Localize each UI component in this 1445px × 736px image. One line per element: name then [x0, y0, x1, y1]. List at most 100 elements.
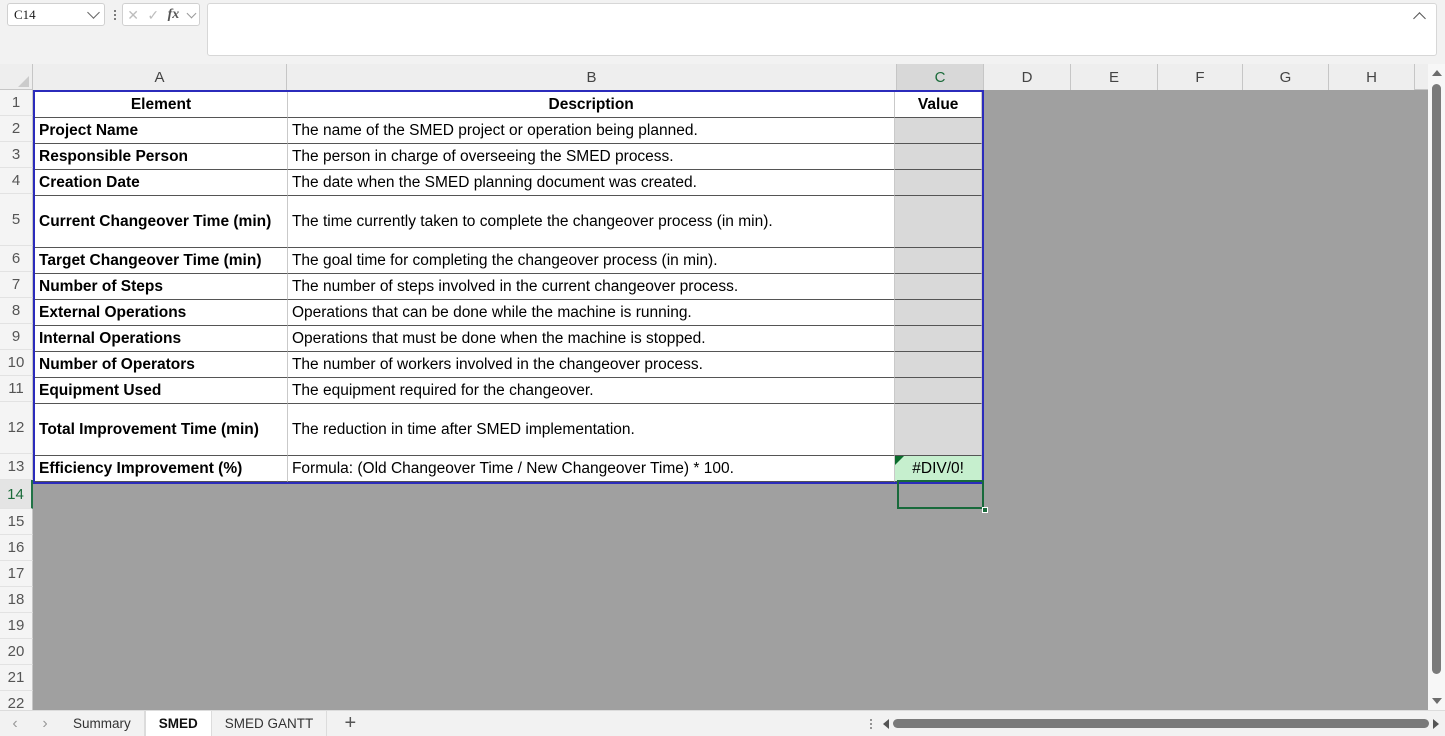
cell-element[interactable]: Responsible Person [35, 144, 288, 170]
cell-value[interactable] [895, 326, 982, 352]
column-header-c[interactable]: C [897, 64, 984, 90]
row-header-2[interactable]: 2 [0, 116, 33, 142]
row-header-8[interactable]: 8 [0, 298, 33, 324]
next-sheet-button[interactable]: › [30, 711, 60, 736]
column-header-h[interactable]: H [1329, 64, 1415, 90]
cell-element[interactable]: Internal Operations [35, 326, 288, 352]
header-cell-value[interactable]: Value [895, 92, 982, 118]
scroll-up-icon[interactable] [1432, 70, 1442, 76]
cell-value[interactable] [895, 274, 982, 300]
cell-description[interactable]: The time currently taken to complete the… [288, 196, 895, 248]
row-header-14[interactable]: 14 [0, 480, 33, 509]
cell-value[interactable] [895, 170, 982, 196]
cell-value[interactable] [895, 196, 982, 248]
cell-element[interactable]: External Operations [35, 300, 288, 326]
active-cell-c14[interactable] [897, 480, 984, 509]
row-header-6[interactable]: 6 [0, 246, 33, 272]
vertical-scroll-thumb[interactable] [1432, 84, 1441, 674]
cell-description[interactable]: The number of workers involved in the ch… [288, 352, 895, 378]
column-header-e[interactable]: E [1071, 64, 1158, 90]
row-header-7[interactable]: 7 [0, 272, 33, 298]
column-header-a[interactable]: A [33, 64, 287, 90]
cell-description[interactable]: The goal time for completing the changeo… [288, 248, 895, 274]
accept-icon[interactable]: ✓ [147, 8, 159, 22]
cell-value[interactable] [895, 404, 982, 456]
cell-value[interactable] [895, 300, 982, 326]
cell-element[interactable]: Equipment Used [35, 378, 288, 404]
column-header-f[interactable]: F [1158, 64, 1243, 90]
chevron-down-icon[interactable] [87, 6, 100, 19]
cell-element[interactable]: Efficiency Improvement (%) [35, 456, 288, 482]
row-header-13[interactable]: 13 [0, 454, 33, 480]
cell-description[interactable]: The equipment required for the changeove… [288, 378, 895, 404]
row-header-3[interactable]: 3 [0, 142, 33, 168]
formula-bar-more-icon[interactable] [108, 6, 122, 24]
header-cell-description[interactable]: Description [288, 92, 895, 118]
row-header-22[interactable]: 22 [0, 691, 33, 710]
cell-element[interactable]: Project Name [35, 118, 288, 144]
cell-description[interactable]: The number of steps involved in the curr… [288, 274, 895, 300]
dot [114, 10, 116, 12]
cell-element[interactable]: Total Improvement Time (min) [35, 404, 288, 456]
row-header-9[interactable]: 9 [0, 324, 33, 350]
cell-value[interactable] [895, 144, 982, 170]
cell-element[interactable]: Number of Steps [35, 274, 288, 300]
cell-description[interactable]: The name of the SMED project or operatio… [288, 118, 895, 144]
header-cell-element[interactable]: Element [35, 92, 288, 118]
sheet-tab-summary[interactable]: Summary [60, 711, 145, 736]
name-box[interactable]: C14 [7, 3, 105, 26]
row-header-18[interactable]: 18 [0, 587, 33, 613]
formula-input[interactable] [207, 3, 1437, 56]
add-sheet-button[interactable]: + [327, 711, 373, 736]
cell-element[interactable]: Current Changeover Time (min) [35, 196, 288, 248]
cell-description[interactable]: The reduction in time after SMED impleme… [288, 404, 895, 456]
cell-description[interactable]: Formula: (Old Changeover Time / New Chan… [288, 456, 895, 482]
sheet-tab-smed[interactable]: SMED [145, 710, 212, 736]
row-header-12[interactable]: 12 [0, 402, 33, 454]
row-header-1[interactable]: 1 [0, 90, 33, 116]
cell-element[interactable]: Number of Operators [35, 352, 288, 378]
select-all-corner[interactable] [0, 64, 33, 90]
row-header-17[interactable]: 17 [0, 561, 33, 587]
cell-value[interactable] [895, 248, 982, 274]
collapse-formula-bar-icon[interactable] [1415, 12, 1426, 19]
column-header-d[interactable]: D [984, 64, 1071, 90]
row-header-5[interactable]: 5 [0, 194, 33, 246]
scroll-left-icon[interactable] [883, 719, 889, 729]
fill-handle[interactable] [982, 507, 988, 513]
column-header-b[interactable]: B [287, 64, 897, 90]
vertical-scrollbar[interactable] [1428, 64, 1445, 710]
cell-description[interactable]: Operations that can be done while the ma… [288, 300, 895, 326]
chevron-down-icon[interactable] [186, 8, 196, 18]
horizontal-scroll-thumb[interactable] [893, 719, 1429, 728]
row-header-15[interactable]: 15 [0, 509, 33, 535]
row-header-20[interactable]: 20 [0, 639, 33, 665]
row-header-11[interactable]: 11 [0, 376, 33, 402]
horizontal-scrollbar[interactable] [883, 711, 1439, 736]
column-header-g[interactable]: G [1243, 64, 1329, 90]
row-header-16[interactable]: 16 [0, 535, 33, 561]
scroll-down-icon[interactable] [1432, 698, 1442, 704]
cell-element[interactable]: Creation Date [35, 170, 288, 196]
row-header-19[interactable]: 19 [0, 613, 33, 639]
cancel-icon[interactable]: ✕ [127, 8, 139, 22]
row-header-10[interactable]: 10 [0, 350, 33, 376]
sheet-canvas[interactable]: Page 1 ElementDescriptionValueProject Na… [33, 90, 1445, 710]
cell-element[interactable]: Target Changeover Time (min) [35, 248, 288, 274]
sheet-tab-smed-gantt[interactable]: SMED GANTT [212, 711, 328, 736]
row-header-4[interactable]: 4 [0, 168, 33, 194]
cell-value[interactable] [895, 118, 982, 144]
insert-function-icon[interactable]: fx [168, 7, 180, 23]
cell-value[interactable] [895, 378, 982, 404]
scroll-right-icon[interactable] [1433, 719, 1439, 729]
previous-sheet-button[interactable]: ‹ [0, 711, 30, 736]
dot [870, 723, 872, 725]
cell-description[interactable]: The person in charge of overseeing the S… [288, 144, 895, 170]
row-header-21[interactable]: 21 [0, 665, 33, 691]
cell-description[interactable]: Operations that must be done when the ma… [288, 326, 895, 352]
status-bar-more-icon[interactable] [859, 711, 883, 736]
cell-value[interactable]: #DIV/0! [895, 456, 982, 482]
cell-value[interactable] [895, 352, 982, 378]
cell-description[interactable]: The date when the SMED planning document… [288, 170, 895, 196]
sheet-tab-bar: ‹ › SummarySMEDSMED GANTT + [0, 710, 1445, 736]
